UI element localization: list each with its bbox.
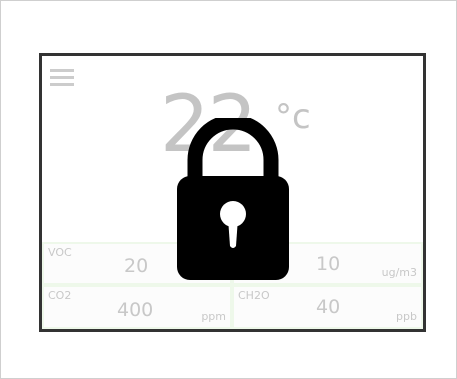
reading-ch2o: CH2O 40 ppb [232,285,423,329]
display-screen: 22 °c VOC 20 ppb 10 ug/m3 CO2 400 ppm CH… [39,53,426,332]
reading-label: CH2O [238,289,270,302]
reading-label: VOC [48,246,72,259]
device-frame: 22 °c VOC 20 ppb 10 ug/m3 CO2 400 ppm CH… [0,0,457,379]
reading-unit: ug/m3 [381,266,417,279]
reading-value: 20 [124,255,149,277]
reading-label: CO2 [48,289,72,302]
padlock-icon[interactable] [172,114,294,282]
reading-unit: ppb [396,310,417,323]
reading-value: 10 [316,253,341,275]
reading-unit: ppm [201,310,226,323]
reading-value: 400 [117,299,154,321]
reading-value: 40 [316,296,341,318]
hamburger-menu-icon[interactable] [50,68,76,88]
reading-co2: CO2 400 ppm [42,285,232,329]
